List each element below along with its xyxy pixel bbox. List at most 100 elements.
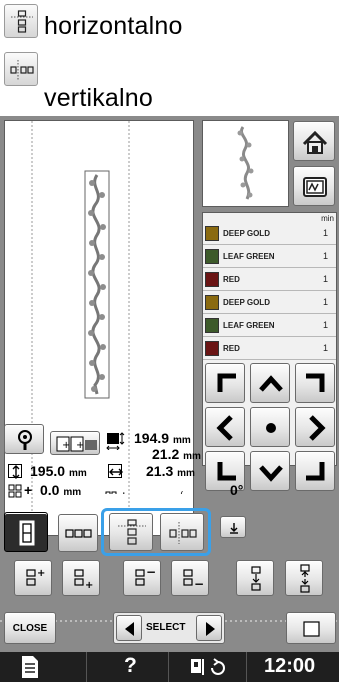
home-button[interactable] [293,121,335,161]
total-height-readout: 195.0 mm [30,463,87,479]
triangle-right-icon [206,622,215,636]
corner-down-right-icon [306,462,325,481]
single-layout-button[interactable] [4,512,48,552]
thread-name: DEEP GOLD [223,298,270,307]
thread-count: 1 [322,297,328,307]
embroidery-edit-screen: min DEEP GOLD 1 LEAF GREEN 1 RED 1 DEEP … [0,116,339,682]
arrow-down-icon [230,523,238,534]
move-left-button[interactable] [205,407,245,447]
thread-swatch [205,318,219,333]
width-readout: 21.2 mm [152,446,201,462]
width-value: 21.2 [152,446,180,462]
spacing-increase-icon [300,564,310,593]
corner-up-right-icon [306,373,325,392]
move-up-button[interactable] [250,363,290,403]
thread-name: LEAF GREEN [223,321,275,330]
total-width-icon [108,464,123,478]
thread-row: LEAF GREEN 1 [203,246,336,268]
machine-status-icon [190,656,234,678]
checkbox-icon [303,621,320,637]
total-width-readout: 21.3 mm [146,463,195,479]
move-down-button[interactable] [250,451,290,491]
thread-name: RED [223,344,240,353]
thread-swatch [205,295,219,310]
chevron-right-icon [309,415,326,441]
select-all-checkbox-button[interactable] [286,612,336,644]
select-next-button[interactable] [196,615,222,641]
thread-swatch [205,272,219,287]
total-width-value: 21.3 [146,463,174,479]
spacing-decrease-icon [251,566,261,591]
help-icon[interactable]: ? [124,654,137,678]
thread-name: RED [223,275,240,284]
svg-text:+: + [85,580,93,591]
horizontal-row-icon [65,529,92,538]
vertical-layout-icon [169,522,197,544]
angle-value: 0° [230,482,244,498]
statusbar-divider [86,652,87,682]
move-up-left-button[interactable] [205,363,245,403]
decrease-spacing-button[interactable] [236,560,274,596]
single-pattern-icon [19,520,35,546]
add-repeat-above-button[interactable]: + [14,560,52,596]
vertical-label: vertikalno [44,84,153,112]
add-above-icon: + [26,568,45,586]
total-height-value: 195.0 [30,463,66,479]
remove-repeat-below-button[interactable]: − [171,560,209,596]
add-repeat-below-button[interactable]: + [62,560,100,596]
magnifier-icon [18,430,32,450]
move-right-button[interactable] [295,407,335,447]
horizontal-layout-button[interactable] [109,513,153,551]
move-up-right-button[interactable] [295,363,335,403]
triangle-left-icon [125,622,134,636]
close-button[interactable]: CLOSE [4,612,56,644]
center-button[interactable] [250,407,290,447]
thread-row: RED 1 [203,269,336,291]
corner-up-left-icon [217,373,236,392]
svg-text:+: + [37,568,45,579]
select-control: SELECT [113,612,225,644]
layout-preview-button[interactable]: + + [50,431,100,455]
horizontal-layout-icon [118,519,146,545]
thread-row: RED 1 [203,338,336,360]
spacing-value: 0.0 [39,482,60,498]
thread-count: 1 [322,228,328,238]
app-root: horizontalno vertikalno min DEEP GOLD 1 … [0,0,339,682]
hidden-readout-fragment: + . ( [104,486,190,494]
height-unit: mm [172,435,191,446]
thread-swatch [205,226,219,241]
total-height-unit: mm [68,468,87,479]
select-previous-button[interactable] [116,615,142,641]
thread-row: DEEP GOLD 1 [203,292,336,314]
total-height-icon [8,464,22,479]
thread-swatch [205,249,219,264]
vertical-layout-button[interactable] [160,513,204,551]
svg-text:.: . [144,491,147,494]
svg-text:−: − [146,565,156,579]
embroidery-frame-icon [303,177,327,197]
spacing-unit: mm [63,487,82,498]
embroidery-frame-button[interactable] [293,166,335,206]
move-down-right-button[interactable] [295,451,335,491]
remove-below-icon: − [183,569,204,591]
horizontal-layout-icon [4,4,38,38]
height-readout: 194.9 mm [134,430,191,446]
horizontal-row-layout-button[interactable] [58,514,98,552]
thread-name: LEAF GREEN [223,252,275,261]
svg-text:+: + [120,491,128,494]
vertical-layout-icon [4,52,38,86]
min-label: min [321,214,334,223]
increase-spacing-button[interactable] [285,560,323,596]
thread-count: 1 [322,251,328,261]
thread-count: 1 [322,274,328,284]
thread-count: 1 [322,320,328,330]
statusbar-divider [246,652,247,682]
remove-repeat-above-button[interactable]: − [123,560,161,596]
status-bar: ? 12:00 [0,652,339,682]
document-icon[interactable] [19,655,41,679]
spacing-readout: + 0.0 mm [24,482,82,498]
zoom-button[interactable] [4,424,44,454]
scroll-down-button[interactable] [220,516,246,538]
layout-preview-icon: + + [56,436,97,452]
svg-text:−: − [194,577,204,591]
